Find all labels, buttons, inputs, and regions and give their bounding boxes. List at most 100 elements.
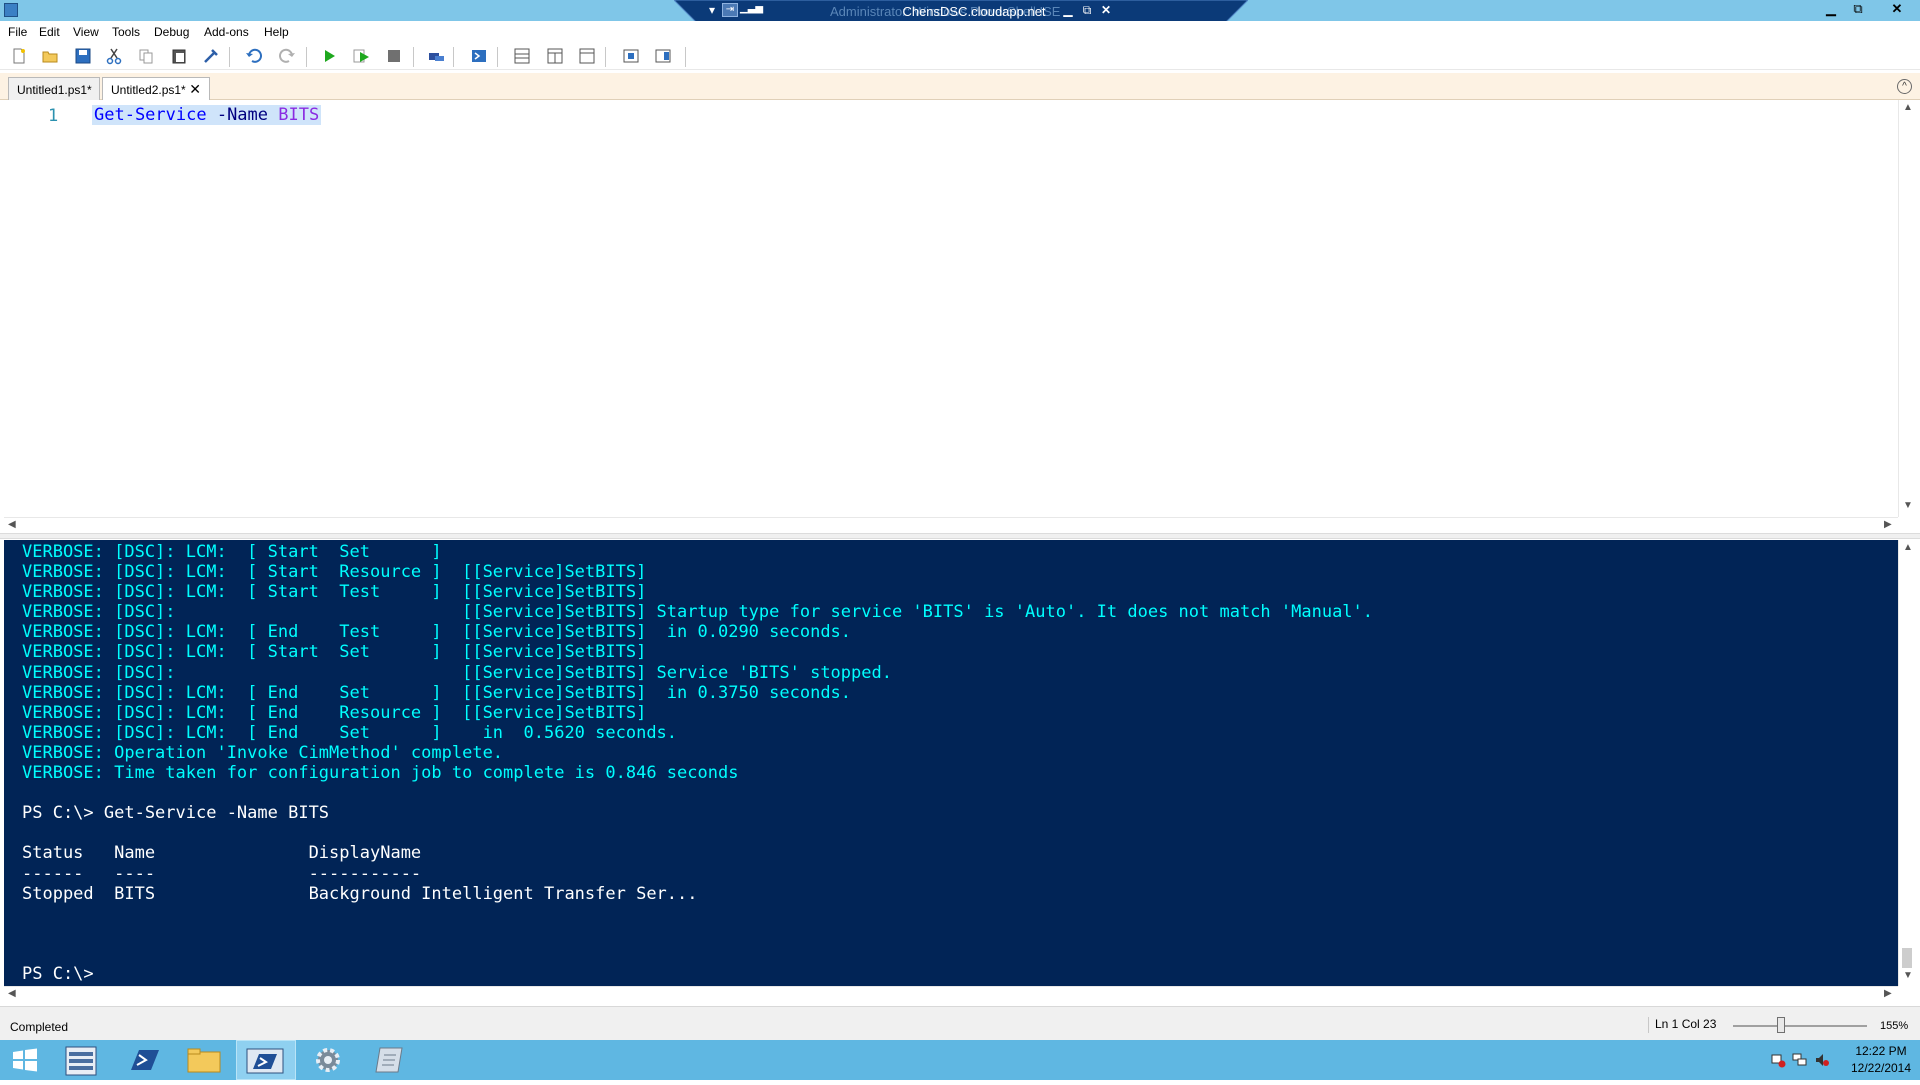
zoom-slider-track[interactable] — [1733, 1025, 1867, 1027]
scroll-right-icon[interactable]: ▶ — [1884, 519, 1892, 530]
paste-icon[interactable] — [170, 47, 188, 65]
powershell-button[interactable] — [113, 1040, 173, 1080]
scroll-down-icon[interactable]: ▼ — [1903, 500, 1913, 511]
layout-top-icon[interactable] — [513, 47, 531, 65]
start-button[interactable] — [0, 1040, 60, 1080]
rd-restore-icon[interactable]: ⧉ — [1079, 3, 1095, 18]
pin-icon[interactable]: ⇥ — [722, 3, 738, 17]
powershell-ise-icon — [246, 1048, 284, 1074]
layout-right-icon[interactable] — [546, 47, 564, 65]
close-button[interactable]: ✕ — [1876, 0, 1918, 18]
collapse-script-pane-icon[interactable]: ^ — [1897, 79, 1912, 94]
server-manager-button[interactable] — [52, 1040, 112, 1080]
menu-edit[interactable]: Edit — [39, 25, 60, 39]
volume-muted-icon[interactable] — [1814, 1052, 1830, 1068]
notepad-button[interactable] — [360, 1040, 420, 1080]
clock-date[interactable]: 12/22/2014 — [1846, 1061, 1916, 1075]
scroll-right-icon[interactable]: ▶ — [1884, 988, 1892, 999]
powershell-icon[interactable] — [470, 47, 488, 65]
restore-button[interactable]: ⧉ — [1845, 0, 1871, 18]
network-error-icon[interactable] — [1770, 1052, 1786, 1068]
scroll-left-icon[interactable]: ◀ — [8, 988, 16, 999]
taskbar: 12:22 PM 12/22/2014 — [0, 1040, 1920, 1080]
line-number: 1 — [48, 106, 59, 126]
console-line: Stopped BITS Background Intelligent Tran… — [22, 883, 698, 904]
show-command-icon[interactable] — [622, 47, 640, 65]
run-icon[interactable] — [320, 47, 338, 65]
run-selection-icon[interactable] — [352, 47, 370, 65]
editor-horizontal-scrollbar[interactable]: ◀ ▶ — [4, 517, 1898, 533]
console-line: VERBOSE: [DSC]: LCM: [ End Set ] in 0.56… — [22, 722, 678, 743]
console-pane[interactable]: VERBOSE: [DSC]: LCM: [ Start Set ] VERBOS… — [4, 540, 1898, 986]
console-line: ------ ---- ----------- — [22, 863, 422, 884]
console-horizontal-scrollbar[interactable]: ◀ ▶ — [4, 986, 1898, 1002]
console-line: VERBOSE: [DSC]: [[Service]SetBITS] Start… — [22, 602, 1374, 623]
pane-splitter[interactable] — [0, 533, 1920, 539]
console-vertical-scrollbar[interactable]: ▲ ▼ — [1898, 540, 1915, 986]
code-argument: BITS — [268, 105, 320, 125]
console-line: VERBOSE: [DSC]: LCM: [ Start Set ] — [22, 542, 442, 562]
toolbar-separator — [497, 47, 498, 67]
cursor-position: Ln 1 Col 23 — [1648, 1017, 1716, 1033]
toolbar — [0, 43, 1920, 70]
pin-dropdown-icon[interactable]: ▾ — [704, 3, 720, 17]
menu-debug[interactable]: Debug — [154, 25, 189, 39]
scroll-thumb[interactable] — [1902, 948, 1912, 968]
toolbar-separator — [605, 47, 606, 67]
show-addon-icon[interactable] — [654, 47, 672, 65]
toolbar-separator — [306, 47, 307, 67]
signal-strength-icon[interactable]: ▁▃▅ — [740, 3, 763, 14]
toolbar-separator — [685, 47, 686, 67]
menu-help[interactable]: Help — [264, 25, 289, 39]
redo-icon[interactable] — [278, 47, 296, 65]
editor-vertical-scrollbar[interactable]: ▲ ▼ — [1898, 100, 1915, 517]
scroll-left-icon[interactable]: ◀ — [8, 519, 16, 530]
code-command: Get-Service — [94, 105, 207, 125]
minimize-button[interactable]: ▁ — [1818, 0, 1844, 18]
undo-icon[interactable] — [245, 47, 263, 65]
status-text: Completed — [10, 1020, 69, 1034]
console-line: VERBOSE: [DSC]: LCM: [ End Resource ] [[… — [22, 702, 647, 723]
remote-tab-icon[interactable] — [427, 47, 445, 65]
tab-untitled2[interactable]: Untitled2.ps1* ✕ — [102, 77, 210, 100]
gear-icon — [316, 1048, 340, 1072]
rd-minimize-icon[interactable]: ▁ — [1060, 3, 1076, 17]
script-editor[interactable]: 1 Get-Service -Name BITS — [4, 100, 1898, 517]
status-bar: Completed Ln 1 Col 23 155% — [0, 1006, 1920, 1040]
new-file-icon[interactable] — [10, 47, 28, 65]
settings-button[interactable] — [298, 1040, 358, 1080]
menu-add-ons[interactable]: Add-ons — [204, 25, 249, 39]
stop-icon[interactable] — [385, 47, 403, 65]
network-icon[interactable] — [1792, 1052, 1808, 1068]
clear-icon[interactable] — [202, 47, 220, 65]
console-line: VERBOSE: Operation 'Invoke CimMethod' co… — [22, 742, 504, 763]
close-tab-icon[interactable]: ✕ — [189, 81, 201, 98]
code-line-selected[interactable]: Get-Service -Name BITS — [92, 105, 322, 125]
layout-max-icon[interactable] — [578, 47, 596, 65]
menu-file[interactable]: File — [8, 25, 27, 39]
file-explorer-button[interactable] — [174, 1040, 234, 1080]
menu-tools[interactable]: Tools — [112, 25, 140, 39]
scroll-up-icon[interactable]: ▲ — [1903, 102, 1913, 113]
scroll-down-icon[interactable]: ▼ — [1903, 970, 1913, 981]
save-icon[interactable] — [74, 47, 92, 65]
copy-icon[interactable] — [137, 47, 155, 65]
cut-icon[interactable] — [105, 47, 123, 65]
powershell-ise-button[interactable] — [236, 1040, 296, 1080]
rd-close-icon[interactable]: ✕ — [1098, 3, 1114, 17]
windows-logo-icon — [13, 1048, 37, 1072]
scroll-up-icon[interactable]: ▲ — [1903, 542, 1913, 553]
clock-time[interactable]: 12:22 PM — [1846, 1044, 1916, 1058]
console-line: VERBOSE: [DSC]: LCM: [ End Set ] [[Servi… — [22, 682, 852, 703]
code-parameter: -Name — [206, 105, 269, 125]
open-icon[interactable] — [41, 47, 59, 65]
console-output: VERBOSE: [DSC]: LCM: [ Start Set ] VERBOS… — [22, 542, 1373, 984]
menu-view[interactable]: View — [73, 25, 99, 39]
zoom-slider-thumb[interactable] — [1777, 1017, 1785, 1033]
tab-untitled1[interactable]: Untitled1.ps1* — [8, 77, 100, 100]
console-line: PS C:\> — [22, 963, 94, 984]
menu-bar: File Edit View Tools Debug Add-ons Help — [0, 21, 1920, 43]
